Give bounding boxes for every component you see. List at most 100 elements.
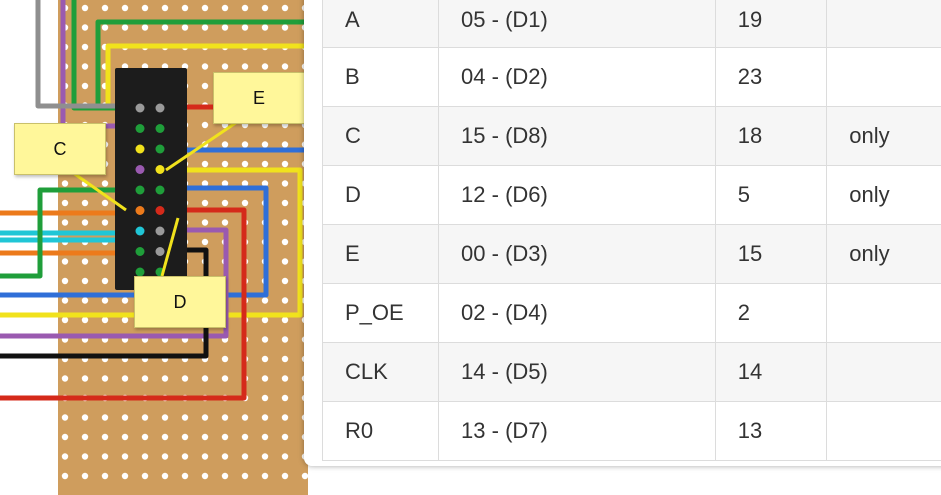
board-hole [241,24,249,31]
header-pin [155,206,165,215]
board-hole [101,472,109,480]
signal-cell: C [321,106,440,166]
board-hole [241,63,249,70]
board-hole [101,277,109,285]
board-hole [281,472,289,480]
board-hole [221,219,229,226]
pin-mapping-card: A 05 - (D1) 19 B 04 - (D2) 23 C 15 - (D8) 18 only… [304,0,941,466]
board-hole [61,316,69,324]
board-hole [61,277,69,285]
board-hole [101,414,109,421]
board-hole [281,375,289,382]
board-hole [81,82,89,90]
board-hole [61,258,69,265]
header-pin [155,165,165,174]
pin-cell: 15 [714,224,828,284]
board-hole [101,297,109,304]
pin-cell: 18 [714,106,828,166]
board-hole [201,414,209,421]
table-row: D 12 - (D6) 5 only [321,165,941,225]
board-hole [101,316,109,324]
board-hole [101,433,109,441]
board-hole [261,453,269,460]
table-row: A 05 - (D1) 19 [321,0,941,48]
header-pin [155,226,165,236]
signal-cell: P_OE [321,283,440,343]
gpio-cell: 05 - (D1) [438,0,716,48]
board-hole [101,180,109,187]
board-hole [141,433,149,441]
board-hole [121,453,129,460]
board-hole [181,433,189,441]
header-pin [135,103,145,113]
board-hole [181,4,189,12]
table-row: R0 13 - (D7) 13 [321,401,941,461]
board-hole [281,160,289,168]
board-hole [181,375,189,382]
board-hole [241,199,249,207]
table-row: B 04 - (D2) 23 [321,47,941,107]
board-hole [81,219,89,226]
board-hole [241,453,249,460]
board-hole [161,375,169,382]
board-hole [81,414,89,421]
callout-c: C [14,123,106,175]
board-hole [81,316,89,324]
board-hole [221,160,229,168]
table-row: CLK 14 - (D5) 14 [321,342,941,402]
board-hole [161,4,169,12]
board-hole [201,63,209,70]
board-hole [261,316,269,324]
board-hole [81,63,89,70]
board-hole [81,277,89,285]
callout-d: D [134,276,226,328]
board-hole [201,199,209,207]
header-pin [155,247,165,256]
board-hole [261,24,269,31]
board-hole [101,199,109,207]
table-row: P_OE 02 - (D4) 2 [321,283,941,343]
board-hole [101,24,109,31]
board-hole [141,24,149,31]
gpio-cell: 02 - (D4) [438,283,716,343]
board-hole [221,199,229,207]
pin-cell: 14 [714,342,828,402]
board-hole [201,472,209,480]
board-hole [61,433,69,441]
gpio-cell: 04 - (D2) [438,47,716,107]
pin-cell: 19 [714,0,828,48]
board-hole [281,199,289,207]
callout-e: E [213,72,305,124]
board-hole [241,433,249,441]
board-hole [261,4,269,12]
board-hole [281,238,289,246]
board-hole [221,63,229,70]
signal-cell: A [321,0,440,48]
board-hole [241,4,249,12]
board-hole [181,414,189,421]
board-hole [161,453,169,460]
board-hole [61,472,69,480]
board-hole [181,24,189,31]
board-hole [61,414,69,421]
note-cell [826,283,941,343]
board-hole [61,180,69,187]
board-hole [241,414,249,421]
board-hole [221,453,229,460]
board-hole [261,160,269,168]
board-hole [201,433,209,441]
board-hole [121,414,129,421]
signal-cell: B [321,47,440,107]
board-hole [221,4,229,12]
note-cell [826,0,941,48]
board-hole [121,472,129,480]
note-cell [826,47,941,107]
board-hole [81,297,89,304]
pin-header [115,68,187,290]
board-hole [261,375,269,382]
header-pin [135,226,145,236]
board-hole [241,160,249,168]
note-cell [826,342,941,402]
board-hole [101,4,109,12]
board-hole [281,63,289,70]
